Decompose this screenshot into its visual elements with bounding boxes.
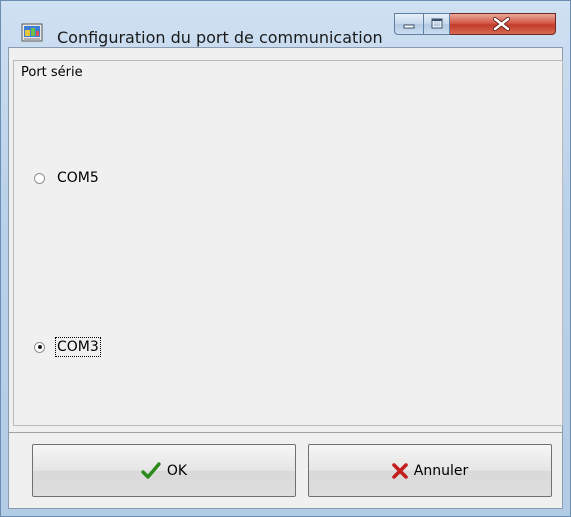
checkmark-icon <box>141 461 161 480</box>
window-title: Configuration du port de communication <box>57 28 383 47</box>
radio-button-com3[interactable] <box>34 341 45 353</box>
cancel-button[interactable]: Annuler <box>308 444 552 497</box>
maximize-icon <box>431 18 443 29</box>
radio-label-com3: COM3 <box>55 337 101 357</box>
ok-label: OK <box>166 462 188 479</box>
maximize-button[interactable] <box>423 13 450 35</box>
title-bar[interactable]: Configuration du port de communication <box>1 1 570 47</box>
dialog-window: Configuration du port de communication P… <box>0 0 571 517</box>
radio-com3[interactable]: COM3 <box>34 337 101 357</box>
ok-button[interactable]: OK <box>32 444 296 497</box>
radio-button-com5[interactable] <box>34 172 45 184</box>
cross-icon <box>391 462 408 479</box>
serial-port-group: Port série COM5 COM3 <box>13 60 563 426</box>
minimize-button[interactable] <box>394 13 423 35</box>
button-bar: OK Annuler <box>9 432 562 508</box>
app-icon[interactable] <box>21 23 43 43</box>
close-button[interactable] <box>450 13 556 35</box>
minimize-icon <box>403 24 415 29</box>
caption-buttons <box>394 13 556 37</box>
radio-label-com5: COM5 <box>57 170 99 186</box>
client-area: Port série COM5 COM3 OK Annuler <box>8 47 563 509</box>
radio-com5[interactable]: COM5 <box>34 169 100 187</box>
group-title: Port série <box>20 65 84 80</box>
close-icon <box>493 17 510 31</box>
cancel-label: Annuler <box>413 462 469 479</box>
